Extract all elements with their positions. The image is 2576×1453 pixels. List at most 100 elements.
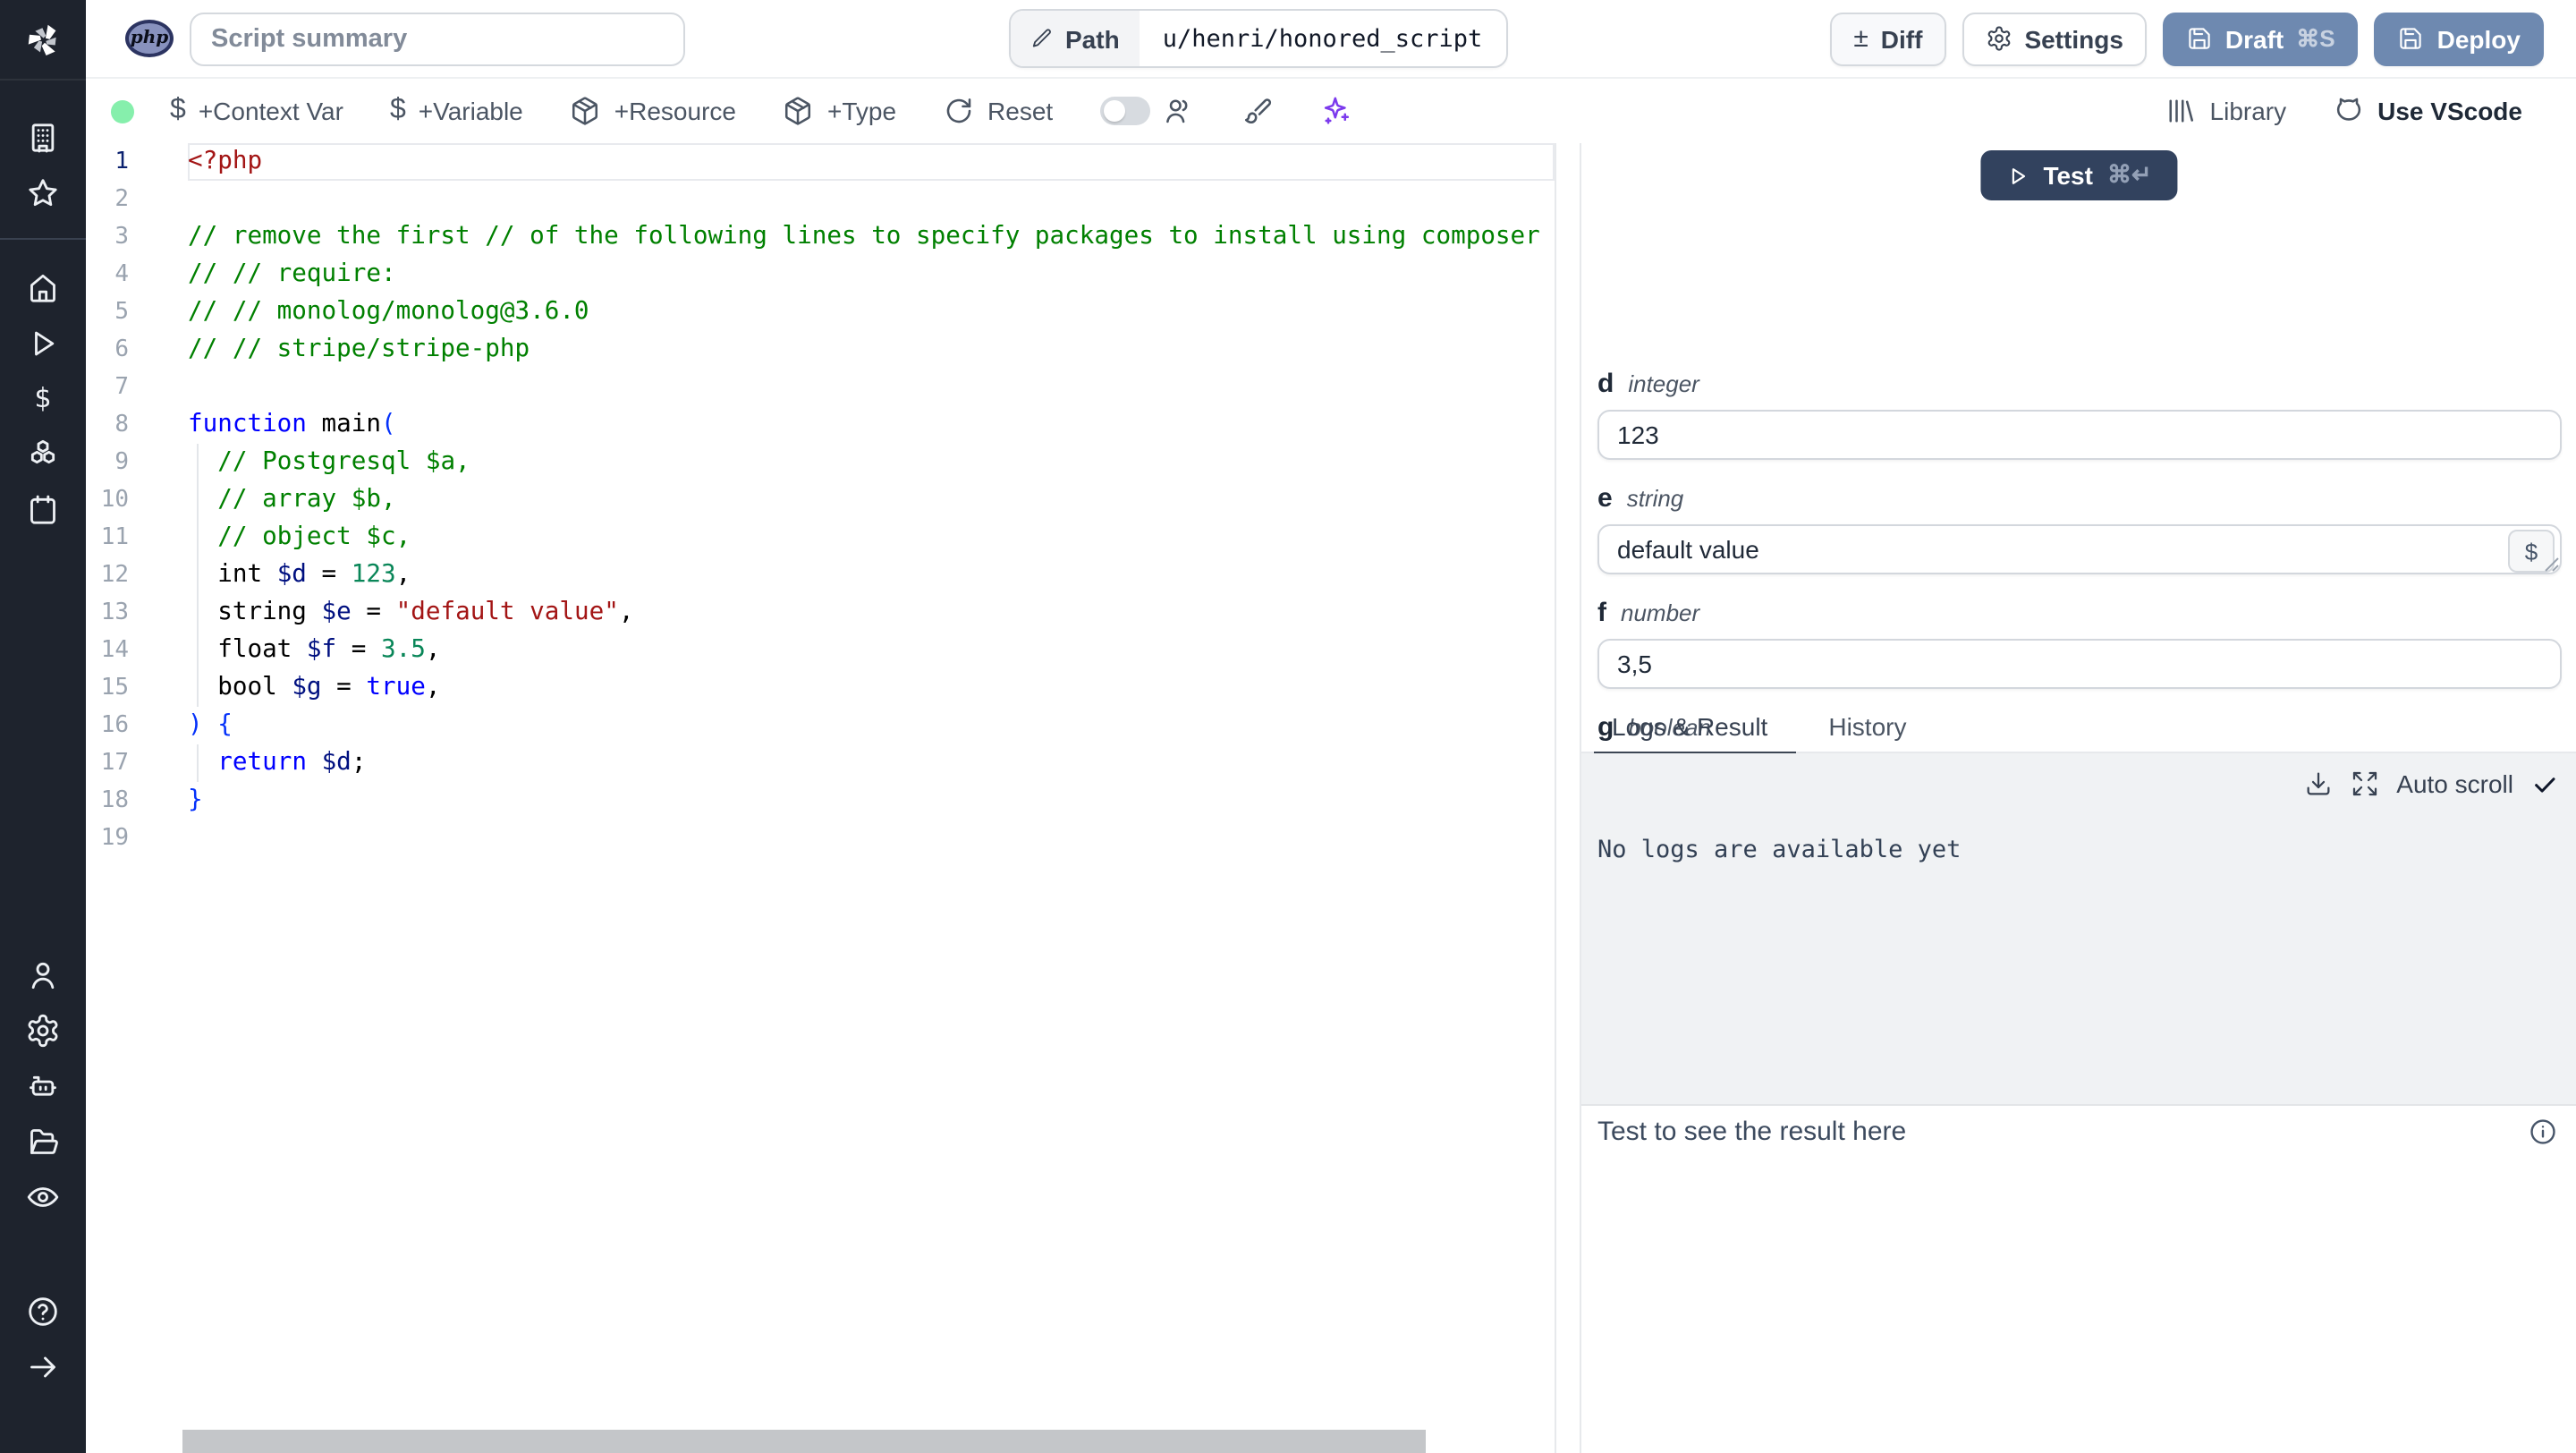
resize-handle-icon[interactable] <box>2544 557 2560 573</box>
assistant-toggle-group <box>1099 95 1194 127</box>
favorites-star-icon[interactable] <box>25 175 61 211</box>
package-icon <box>783 95 815 127</box>
use-vscode-button[interactable]: Use VScode <box>2333 95 2522 127</box>
topbar: php Path u/henri/honored_script ± Diff S… <box>86 0 2576 79</box>
php-language-badge: php <box>125 20 174 57</box>
add-resource-label: +Resource <box>614 97 736 125</box>
diff-label: Diff <box>1880 24 1923 53</box>
user-icon[interactable] <box>25 957 61 993</box>
add-resource-button[interactable]: +Resource <box>570 95 736 127</box>
reset-refresh-icon <box>946 98 971 123</box>
save-icon <box>2186 25 2213 52</box>
help-icon[interactable] <box>25 1294 61 1330</box>
draft-button[interactable]: Draft ⌘S <box>2162 12 2359 65</box>
settings-gear-icon[interactable] <box>25 1013 61 1049</box>
home-icon[interactable] <box>25 270 61 306</box>
path-label-section: Path <box>1010 11 1140 66</box>
add-context-var-button[interactable]: $ +Context Var <box>170 95 343 127</box>
users-icon[interactable] <box>1162 95 1194 127</box>
vscode-cat-icon <box>2337 98 2361 121</box>
save-icon <box>2398 25 2425 52</box>
path-value[interactable]: u/henri/honored_script <box>1140 11 1506 66</box>
add-context-var-label: +Context Var <box>198 97 343 125</box>
library-button[interactable]: Library <box>2165 95 2286 127</box>
add-type-button[interactable]: +Type <box>783 95 896 127</box>
sidebar-top-group <box>25 120 61 211</box>
svg-text:$: $ <box>34 383 51 414</box>
arg-type: string <box>1626 485 1684 512</box>
editor-toolbar: $ +Context Var $ +Variable +Resource +Ty… <box>86 79 2576 143</box>
ai-sparkles-icon[interactable] <box>1319 95 1352 127</box>
script-summary-input[interactable] <box>190 12 685 65</box>
no-logs-message: No logs are available yet <box>1597 836 1962 864</box>
tab-logs-result[interactable]: Logs & Result <box>1593 712 1797 757</box>
reset-button[interactable]: Reset <box>943 95 1053 127</box>
test-shortcut: ⌘↵ <box>2106 161 2152 188</box>
status-dot <box>111 99 134 123</box>
expand-logs-icon[interactable] <box>2350 769 2378 798</box>
dollar-icon: $ <box>389 95 406 125</box>
arg-e: e string $ <box>1597 483 2562 574</box>
arg-type: number <box>1621 599 1700 626</box>
auto-scroll-checkmark-icon[interactable] <box>2531 770 2558 797</box>
result-placeholder-row: Test to see the result here <box>1597 1117 2558 1147</box>
audit-eye-icon[interactable] <box>25 1179 61 1215</box>
arg-e-header: e string <box>1597 483 2562 515</box>
add-variable-label: +Variable <box>418 97 523 125</box>
sidebar-divider <box>0 238 86 240</box>
info-icon[interactable] <box>2528 1117 2558 1147</box>
add-type-label: +Type <box>826 97 897 125</box>
dollar-icon: $ <box>170 95 186 125</box>
add-variable-button[interactable]: $ +Variable <box>390 95 523 127</box>
run-panel: Test ⌘↵ d integer e string $ <box>1580 143 2576 1453</box>
draft-label: Draft <box>2224 24 2284 53</box>
sidebar-main-group: $ <box>25 270 61 528</box>
workers-robot-icon[interactable] <box>25 1068 61 1104</box>
diff-button[interactable]: ± Diff <box>1830 12 1946 65</box>
windmill-logo[interactable] <box>0 0 86 81</box>
topbar-actions: ± Diff Settings Draft ⌘S Deploy <box>1830 12 2544 65</box>
format-brush-icon[interactable] <box>1241 95 1273 127</box>
edit-pencil-icon <box>1031 29 1050 47</box>
settings-button[interactable]: Settings <box>1962 12 2147 65</box>
arg-name: e <box>1597 483 1613 514</box>
arg-d-input[interactable] <box>1597 410 2562 460</box>
library-icon <box>2170 99 2194 123</box>
path-box[interactable]: Path u/henri/honored_script <box>1008 9 1508 68</box>
plus-minus-icon: ± <box>1853 23 1868 54</box>
arg-type: integer <box>1628 370 1699 397</box>
deploy-button[interactable]: Deploy <box>2374 12 2544 65</box>
arg-name: f <box>1597 598 1606 628</box>
arg-name: d <box>1597 369 1614 399</box>
workspace-building-icon[interactable] <box>25 120 61 156</box>
code-lines[interactable]: <?php// remove the first // of the follo… <box>188 143 1555 1453</box>
expand-sidebar-arrow-icon[interactable] <box>25 1349 61 1385</box>
auto-scroll-label: Auto scroll <box>2396 769 2513 798</box>
result-tabs: Logs & Result History <box>1581 712 2576 757</box>
path-label: Path <box>1065 24 1120 53</box>
arg-f-input[interactable] <box>1597 639 2562 689</box>
tab-history[interactable]: History <box>1828 712 1906 752</box>
test-button[interactable]: Test ⌘↵ <box>1980 150 2177 200</box>
windmill-script-editor: $ php Path u/henri/honored_script <box>0 0 2576 1453</box>
code-editor[interactable]: 1 2 3 4 5 6 7 8 9 10 11 12 13 14 15 16 17 18 19 <?php// re… <box>86 143 1556 1453</box>
arg-d-header: d integer <box>1597 369 2562 401</box>
arg-f: f number <box>1597 598 2562 689</box>
play-icon <box>2012 167 2026 183</box>
use-vscode-label: Use VScode <box>2377 97 2522 125</box>
result-placeholder-text: Test to see the result here <box>1597 1117 1907 1147</box>
package-icon <box>570 95 602 127</box>
arg-e-input-wrap: $ <box>1597 524 2562 574</box>
runs-play-icon[interactable] <box>25 326 61 361</box>
settings-label: Settings <box>2024 24 2123 53</box>
variables-dollar-icon[interactable]: $ <box>25 381 61 417</box>
download-logs-icon[interactable] <box>2303 769 2332 798</box>
test-label: Test <box>2043 161 2093 190</box>
resources-cubes-icon[interactable] <box>25 437 61 472</box>
arg-e-input[interactable] <box>1597 524 2562 574</box>
folders-icon[interactable] <box>25 1124 61 1160</box>
schedules-calendar-icon[interactable] <box>25 492 61 528</box>
sidebar-bottom-group <box>25 957 61 1385</box>
horizontal-scrollbar[interactable] <box>182 1430 1426 1453</box>
toggle-off-switch[interactable] <box>1099 97 1150 125</box>
